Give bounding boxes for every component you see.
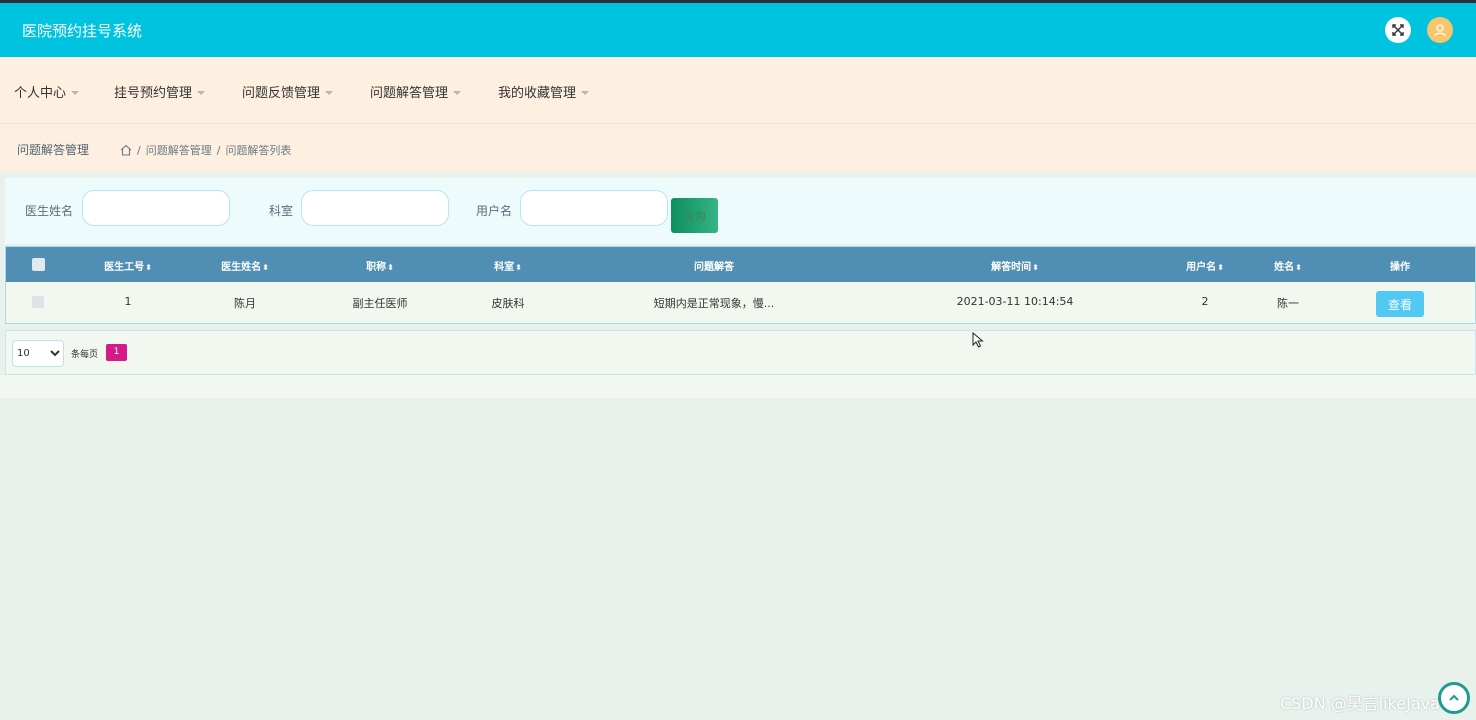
cell-username: 2 xyxy=(1201,295,1209,308)
cell-doctor-name: 陈月 xyxy=(234,297,256,310)
caret-down-icon xyxy=(71,90,80,95)
column-header-answer-time[interactable]: 解答时间⬍ xyxy=(991,258,1039,273)
fullscreen-button[interactable] xyxy=(1385,17,1411,43)
page-size-select[interactable]: 10 xyxy=(12,340,64,367)
column-header-answer: 问题解答 xyxy=(694,262,734,273)
nav-item-feedback-management[interactable]: 问题反馈管理 xyxy=(242,82,334,101)
arrow-up-icon xyxy=(1449,694,1459,701)
back-to-top-button[interactable] xyxy=(1438,682,1470,714)
caret-down-icon xyxy=(325,90,334,95)
sort-icon: ⬍ xyxy=(1032,263,1039,272)
breadcrumb: / 问题解答管理 / 问题解答列表 xyxy=(120,142,291,158)
app-title: 医院预约挂号系统 xyxy=(22,22,143,40)
cell-answer-time: 2021-03-11 10:14:54 xyxy=(956,295,1074,308)
pagination: 10 条每页 1 xyxy=(5,330,1476,375)
breadcrumb-item-answer-list: 问题解答列表 xyxy=(225,144,292,157)
nav-item-label: 挂号预约管理 xyxy=(114,86,193,101)
nav-item-appointment-management[interactable]: 挂号预约管理 xyxy=(114,82,206,101)
page-number-current[interactable]: 1 xyxy=(106,344,127,361)
doctor-name-input[interactable] xyxy=(82,190,230,226)
department-input[interactable] xyxy=(301,190,449,226)
sort-icon: ⬍ xyxy=(515,263,522,272)
cell-department: 皮肤科 xyxy=(491,297,525,310)
column-header-username[interactable]: 用户名⬍ xyxy=(1186,258,1224,273)
nav-item-personal-center[interactable]: 个人中心 xyxy=(14,82,80,101)
cell-doctor-id: 1 xyxy=(124,295,132,308)
column-header-title[interactable]: 职称⬍ xyxy=(366,258,394,273)
nav-item-label: 问题解答管理 xyxy=(370,86,449,101)
nav-item-favorites-management[interactable]: 我的收藏管理 xyxy=(498,82,590,101)
per-page-label: 条每页 xyxy=(71,350,99,360)
search-button[interactable]: 查询 xyxy=(671,198,718,233)
table-row: 1 陈月 副主任医师 皮肤科 短期内是正常现象，慢... 2021-03-11 … xyxy=(6,282,1475,323)
breadcrumb-separator: / xyxy=(216,143,221,157)
table-header: 医生工号⬍ 医生姓名⬍ 职称⬍ 科室⬍ 问题解答 解答时间⬍ 用户名⬍ 姓名⬍ … xyxy=(6,247,1475,282)
column-header-doctor-name[interactable]: 医生姓名⬍ xyxy=(221,258,269,273)
cell-name: 陈一 xyxy=(1277,297,1299,310)
search-panel: 医生姓名 科室 用户名 查询 xyxy=(5,178,1476,244)
sort-icon: ⬍ xyxy=(145,263,152,272)
watermark: CSDN @昊言likeJava xyxy=(1280,694,1440,713)
column-header-name[interactable]: 姓名⬍ xyxy=(1274,258,1302,273)
top-header: 医院预约挂号系统 xyxy=(0,0,1476,57)
department-label: 科室 xyxy=(269,204,294,218)
sort-icon: ⬍ xyxy=(387,263,394,272)
row-checkbox[interactable] xyxy=(32,296,44,308)
user-menu-button[interactable] xyxy=(1427,17,1453,43)
doctor-name-label: 医生姓名 xyxy=(25,204,74,218)
sort-icon: ⬍ xyxy=(1217,263,1224,272)
username-label: 用户名 xyxy=(476,204,513,218)
select-all-checkbox[interactable] xyxy=(32,258,45,271)
content-footer-strip xyxy=(0,375,1476,398)
username-input[interactable] xyxy=(520,190,668,226)
breadcrumb-item-answer-management[interactable]: 问题解答管理 xyxy=(146,142,212,158)
home-icon[interactable] xyxy=(120,144,132,156)
sort-icon: ⬍ xyxy=(1295,263,1302,272)
sort-icon: ⬍ xyxy=(262,263,269,272)
caret-down-icon xyxy=(197,90,206,95)
fullscreen-icon xyxy=(1392,24,1404,36)
answers-table: 医生工号⬍ 医生姓名⬍ 职称⬍ 科室⬍ 问题解答 解答时间⬍ 用户名⬍ 姓名⬍ … xyxy=(5,246,1476,324)
cell-title: 副主任医师 xyxy=(352,297,408,310)
mouse-cursor-icon xyxy=(972,332,984,348)
column-header-department[interactable]: 科室⬍ xyxy=(494,258,522,273)
nav-item-label: 问题反馈管理 xyxy=(242,86,321,101)
caret-down-icon xyxy=(581,90,590,95)
caret-down-icon xyxy=(453,90,462,95)
user-avatar-icon xyxy=(1434,24,1446,37)
breadcrumb-separator: / xyxy=(137,143,141,157)
breadcrumb-bar: 问题解答管理 / 问题解答管理 / 问题解答列表 xyxy=(0,124,1476,172)
nav-item-answer-management[interactable]: 问题解答管理 xyxy=(370,82,462,101)
cell-answer: 短期内是正常现象，慢... xyxy=(653,297,775,310)
view-button[interactable]: 查看 xyxy=(1376,291,1424,317)
page-title: 问题解答管理 xyxy=(17,143,90,157)
column-header-actions: 操作 xyxy=(1390,262,1410,273)
column-header-doctor-id[interactable]: 医生工号⬍ xyxy=(104,258,152,273)
main-nav: 个人中心 挂号预约管理 问题反馈管理 问题解答管理 我的收藏管理 xyxy=(0,57,1476,124)
nav-item-label: 我的收藏管理 xyxy=(498,86,577,101)
nav-item-label: 个人中心 xyxy=(14,86,67,101)
